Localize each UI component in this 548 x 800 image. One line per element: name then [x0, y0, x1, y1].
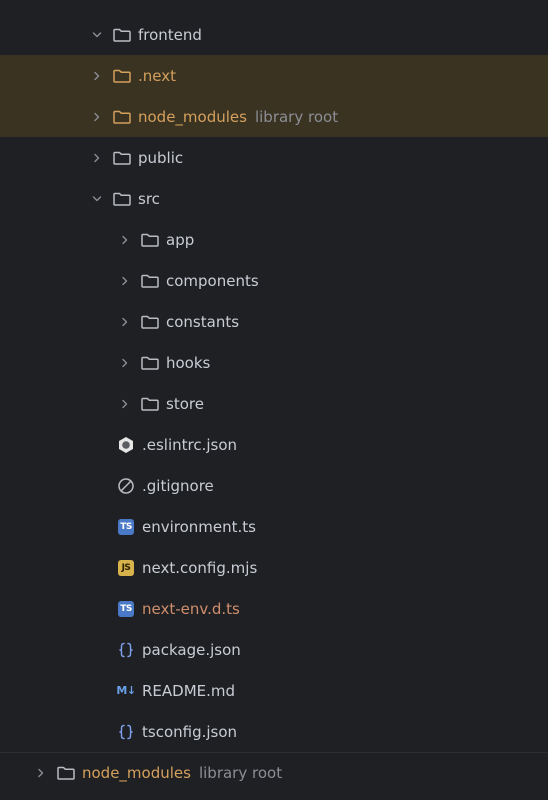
folder-icon [140, 272, 160, 290]
ignore-icon [116, 477, 136, 495]
markdown-icon: M↓ [116, 682, 136, 700]
tree-folder-row[interactable]: public [0, 137, 548, 178]
chevron-down-icon[interactable] [92, 194, 102, 204]
chevron-right-icon[interactable] [120, 358, 130, 368]
folder-name: components [166, 271, 259, 290]
tree-file-row[interactable]: .eslintrc.json [0, 424, 548, 465]
folder-icon [140, 395, 160, 413]
folder-icon [112, 67, 132, 85]
file-name: tsconfig.json [142, 722, 238, 741]
javascript-badge: JS [118, 559, 134, 576]
tree-folder-row[interactable]: store [0, 383, 548, 424]
tree-file-row[interactable]: JS next.config.mjs [0, 547, 548, 588]
tree-file-row[interactable]: tsconfig.json [0, 711, 548, 752]
tree-file-row[interactable]: .gitignore [0, 465, 548, 506]
tree-folder-row[interactable]: .next [0, 55, 548, 96]
folder-name: src [138, 189, 160, 208]
tree-folder-row[interactable]: components [0, 260, 548, 301]
folder-name: store [166, 394, 204, 413]
tree-folder-row[interactable]: hooks [0, 342, 548, 383]
library-root-hint: library root [254, 107, 339, 126]
folder-icon [140, 313, 160, 331]
file-name: package.json [142, 640, 241, 659]
folder-name: app [166, 230, 195, 249]
folder-icon [112, 190, 132, 208]
typescript-icon: TS [116, 518, 136, 536]
chevron-right-icon[interactable] [120, 317, 130, 327]
file-name: next.config.mjs [142, 558, 258, 577]
chevron-right-icon[interactable] [92, 153, 102, 163]
chevron-right-icon[interactable] [92, 112, 102, 122]
tree-folder-row[interactable]: node_modules library root [0, 96, 548, 137]
tree-file-row[interactable]: M↓ README.md [0, 670, 548, 711]
folder-name: node_modules [138, 107, 247, 126]
typescript-badge: TS [118, 518, 134, 535]
file-name: .eslintrc.json [142, 435, 238, 454]
folder-name: hooks [166, 353, 211, 372]
tree-file-row[interactable]: TS next-env.d.ts [0, 588, 548, 629]
folder-name: public [138, 148, 184, 167]
folder-icon [112, 108, 132, 126]
folder-name: node_modules [82, 764, 191, 782]
chevron-right-icon[interactable] [92, 71, 102, 81]
typescript-badge: TS [118, 600, 134, 617]
javascript-icon: JS [116, 559, 136, 577]
tree-folder-row[interactable]: constants [0, 301, 548, 342]
chevron-down-icon[interactable] [92, 30, 102, 40]
chevron-right-icon[interactable] [36, 768, 46, 778]
typescript-icon: TS [116, 600, 136, 618]
chevron-right-icon[interactable] [120, 235, 130, 245]
folder-icon [112, 149, 132, 167]
project-file-tree: frontend .next node_modules library root pub… [0, 0, 548, 800]
tree-file-row[interactable]: TS environment.ts [0, 506, 548, 547]
tree-folder-row[interactable]: src [0, 178, 548, 219]
file-name: README.md [142, 681, 236, 700]
chevron-right-icon[interactable] [120, 399, 130, 409]
folder-name: .next [138, 66, 176, 85]
tree-folder-row[interactable]: app [0, 219, 548, 260]
tree-folder-row[interactable]: node_modules library root [0, 752, 548, 793]
json-braces-icon [116, 641, 136, 659]
eslint-icon [116, 436, 136, 454]
markdown-badge: M↓ [116, 684, 136, 697]
file-name: .gitignore [142, 476, 214, 495]
folder-icon [140, 354, 160, 372]
file-name: environment.ts [142, 517, 256, 536]
tree-folder-row[interactable]: frontend [0, 14, 548, 55]
tree-file-row[interactable]: package.json [0, 629, 548, 670]
folder-name: constants [166, 312, 240, 331]
file-name: next-env.d.ts [142, 599, 240, 618]
folder-icon [140, 231, 160, 249]
chevron-right-icon[interactable] [120, 276, 130, 286]
folder-icon [56, 764, 76, 782]
folder-icon [112, 26, 132, 44]
json-braces-icon [116, 723, 136, 741]
folder-name: frontend [138, 25, 202, 44]
library-root-hint: library root [198, 764, 283, 782]
